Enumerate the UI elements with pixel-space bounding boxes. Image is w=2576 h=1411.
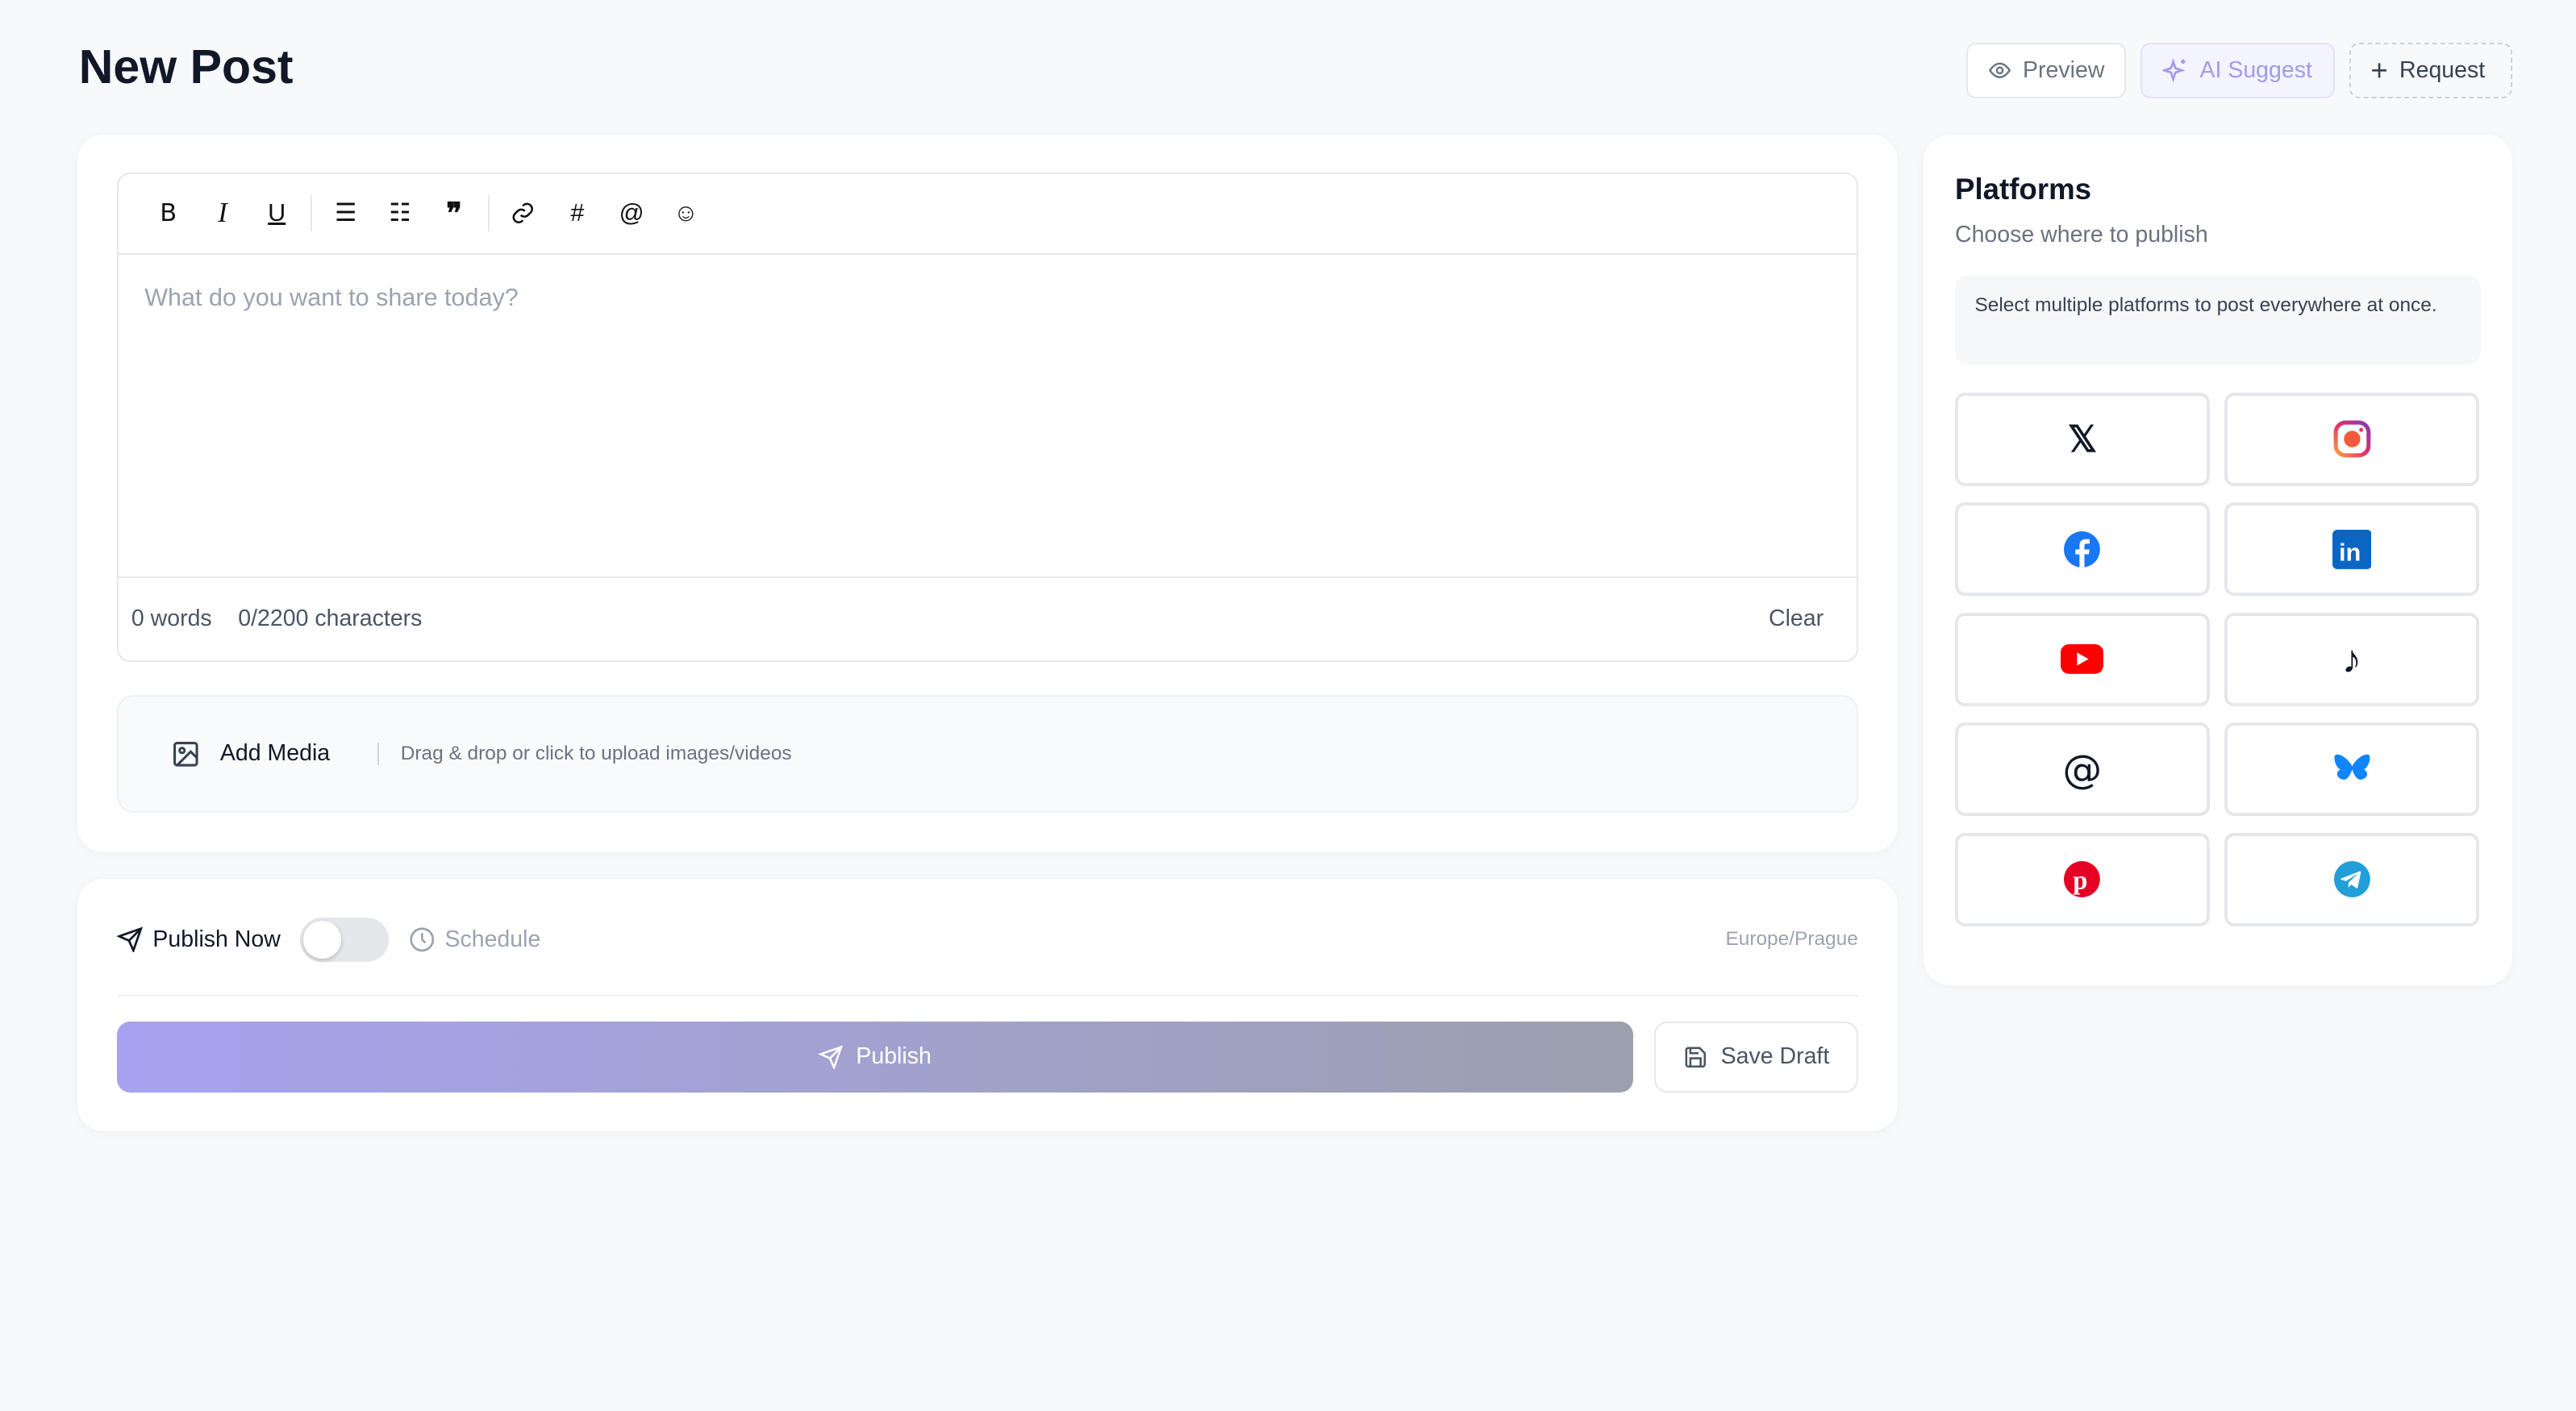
publish-button[interactable]: Publish	[117, 1022, 1633, 1093]
platform-telegram[interactable]	[2224, 833, 2479, 926]
send-icon	[117, 926, 144, 953]
publish-mode: Publish Now Schedule	[117, 922, 541, 958]
editor-footer: 0 words 0/2200 characters Clear	[119, 578, 1857, 660]
platforms-title: Platforms	[1955, 173, 2091, 206]
hashtag-icon[interactable]: #	[550, 189, 604, 238]
schedule-label: Schedule	[444, 926, 540, 953]
bold-icon[interactable]: B	[141, 189, 195, 238]
platform-linkedin[interactable]: in	[2224, 502, 2479, 596]
platforms-subtitle: Choose where to publish	[1955, 222, 2208, 248]
quote-icon[interactable]: ❞	[427, 189, 481, 238]
media-dropzone[interactable]: Add Media Drag & drop or click to upload…	[117, 695, 1858, 814]
numbered-list-icon[interactable]: ☷	[373, 189, 427, 238]
italic-icon[interactable]: I	[195, 189, 249, 238]
sparkles-icon	[2162, 57, 2189, 84]
threads-icon: @	[2062, 747, 2102, 793]
publish-now-label: Publish Now	[152, 926, 280, 953]
save-draft-button[interactable]: Save Draft	[1654, 1022, 1858, 1093]
editor: B I U ☰ ☷ ❞ # @ ☺ What do you want to sh…	[117, 173, 1858, 662]
platform-x[interactable]: 𝕏	[1955, 393, 2210, 486]
linkedin-icon: in	[2332, 530, 2372, 569]
platform-instagram[interactable]	[2224, 393, 2479, 486]
divider	[377, 743, 379, 766]
request-button[interactable]: + Request	[2349, 43, 2512, 98]
request-label: Request	[2399, 57, 2485, 84]
clear-button[interactable]: Clear	[1769, 606, 1824, 632]
preview-label: Preview	[2023, 57, 2104, 84]
send-icon	[819, 1045, 844, 1070]
svg-text:in: in	[2339, 539, 2361, 567]
add-media-button[interactable]: Add Media	[220, 740, 330, 767]
divider	[311, 195, 312, 231]
platform-threads[interactable]: @	[1955, 722, 2210, 816]
ai-suggest-label: AI Suggest	[2199, 57, 2311, 84]
divider	[117, 995, 1858, 997]
platform-facebook[interactable]	[1955, 502, 2210, 596]
publish-label: Publish	[856, 1043, 931, 1070]
link-icon[interactable]	[496, 189, 550, 238]
eye-icon	[1988, 58, 2011, 83]
post-placeholder: What do you want to share today?	[144, 284, 519, 311]
timezone: Europe/Prague	[1725, 928, 1857, 951]
image-icon	[171, 739, 201, 769]
ai-suggest-button[interactable]: AI Suggest	[2140, 43, 2334, 98]
emoji-icon[interactable]: ☺	[659, 189, 713, 238]
facebook-icon	[2062, 530, 2102, 569]
clock-icon	[409, 926, 436, 953]
instagram-icon	[2332, 419, 2372, 459]
pinterest-icon: p	[2062, 860, 2102, 899]
tiktok-icon: ♪	[2342, 637, 2361, 682]
bullet-list-icon[interactable]: ☰	[319, 189, 373, 238]
platforms-card: Platforms Choose where to publish Select…	[1924, 135, 2511, 985]
media-hint: Drag & drop or click to upload images/vi…	[401, 743, 792, 765]
platforms-info: Select multiple platforms to post everyw…	[1955, 276, 2481, 364]
mention-icon[interactable]: @	[605, 189, 659, 238]
plus-icon: +	[2370, 54, 2387, 88]
word-count: 0 words	[131, 606, 212, 632]
page-title: New Post	[79, 40, 294, 94]
schedule-toggle[interactable]	[300, 918, 389, 962]
x-icon: 𝕏	[2068, 418, 2097, 460]
editor-toolbar: B I U ☰ ☷ ❞ # @ ☺	[119, 174, 1857, 255]
composer-card: B I U ☰ ☷ ❞ # @ ☺ What do you want to sh…	[77, 135, 1898, 852]
platform-bluesky[interactable]	[2224, 722, 2479, 816]
toggle-knob	[303, 921, 341, 959]
telegram-icon	[2332, 860, 2372, 899]
divider	[488, 195, 490, 231]
character-count: 0/2200 characters	[238, 606, 422, 632]
save-draft-label: Save Draft	[1721, 1043, 1830, 1070]
underline-icon[interactable]: U	[250, 189, 304, 238]
publish-card: Publish Now Schedule Europe/Prague Publi…	[77, 879, 1898, 1132]
save-icon	[1683, 1045, 1708, 1070]
preview-button[interactable]: Preview	[1966, 43, 2126, 98]
bluesky-icon	[2332, 751, 2372, 788]
svg-text:p: p	[2074, 867, 2088, 896]
platform-pinterest[interactable]: p	[1955, 833, 2210, 926]
platform-youtube[interactable]	[1955, 613, 2210, 706]
platform-tiktok[interactable]: ♪	[2224, 613, 2479, 706]
post-content-input[interactable]: What do you want to share today?	[119, 255, 1857, 578]
youtube-icon	[2061, 643, 2103, 676]
